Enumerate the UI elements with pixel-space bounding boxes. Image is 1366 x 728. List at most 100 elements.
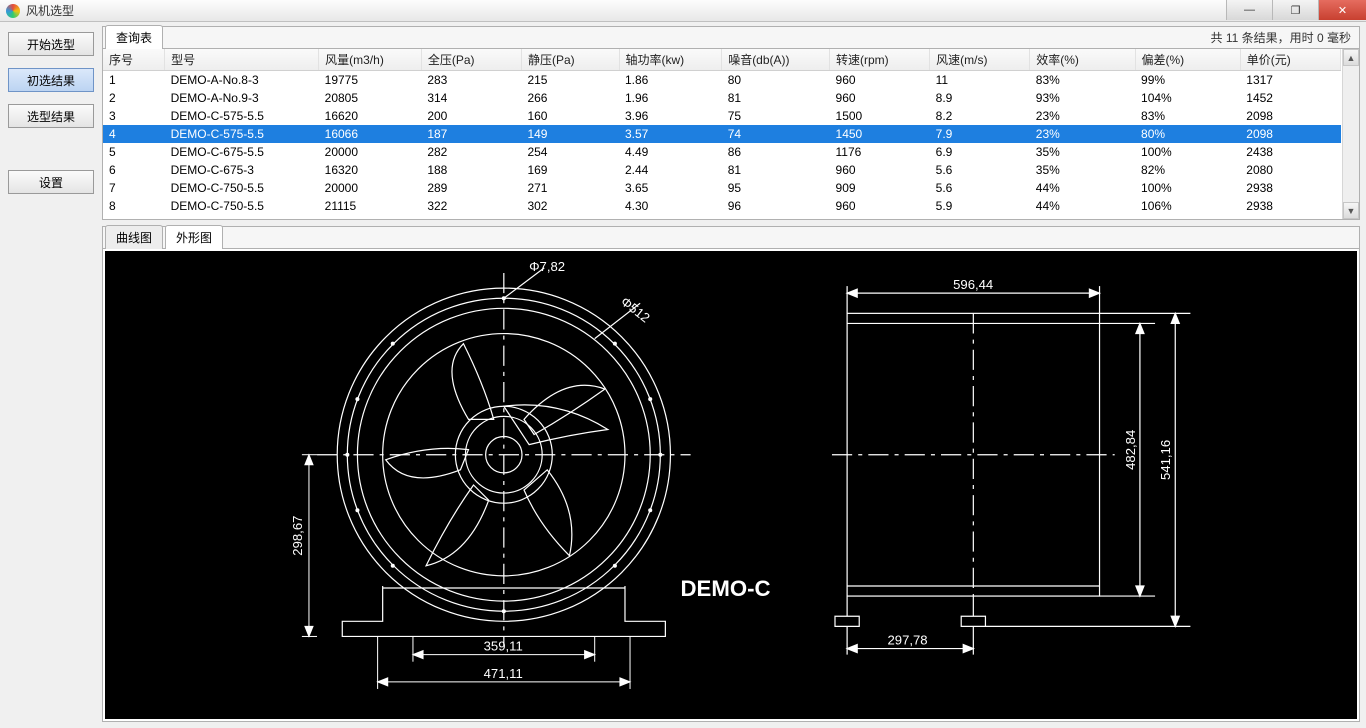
table-cell: 16320 xyxy=(319,161,422,179)
table-cell: 314 xyxy=(421,89,521,107)
table-cell: 909 xyxy=(830,179,930,197)
table-row[interactable]: 2DEMO-A-No.9-3208053142661.96819608.993%… xyxy=(103,89,1341,107)
table-cell: 9 xyxy=(103,215,165,219)
col-header[interactable]: 全压(Pa) xyxy=(421,49,521,71)
table-cell: DEMO-C-575-5.5 xyxy=(165,125,319,143)
table-row[interactable]: 9DEMO-C-900-4200002852752.99716204.153%1… xyxy=(103,215,1341,219)
scroll-down-icon[interactable]: ▼ xyxy=(1343,202,1359,219)
results-table[interactable]: 序号型号风量(m3/h)全压(Pa)静压(Pa)轴功率(kw)噪音(db(A))… xyxy=(103,49,1341,219)
table-cell: 16620 xyxy=(319,107,422,125)
table-cell: 81 xyxy=(722,161,830,179)
drawing-tabs: 曲线图 外形图 xyxy=(103,227,1359,249)
dim-side-h-inner: 482,84 xyxy=(1123,430,1138,470)
table-scrollbar[interactable]: ▲ ▼ xyxy=(1342,49,1359,219)
start-selection-button[interactable]: 开始选型 xyxy=(8,32,94,56)
table-cell: 1.96 xyxy=(619,89,722,107)
table-cell: 4.30 xyxy=(619,197,722,215)
table-cell: 75 xyxy=(722,107,830,125)
table-cell: 3.65 xyxy=(619,179,722,197)
table-cell: 44% xyxy=(1030,179,1135,197)
table-row[interactable]: 3DEMO-C-575-5.5166202001603.967515008.22… xyxy=(103,107,1341,125)
table-cell: 188 xyxy=(421,161,521,179)
table-cell: 160 xyxy=(521,107,619,125)
table-cell: 149 xyxy=(521,125,619,143)
table-cell: 8.9 xyxy=(930,89,1030,107)
table-row[interactable]: 6DEMO-C-675-3163201881692.44819605.635%8… xyxy=(103,161,1341,179)
dim-phi-inner: Φ512 xyxy=(618,294,653,326)
table-cell: 4.49 xyxy=(619,143,722,161)
table-cell: 2.44 xyxy=(619,161,722,179)
table-row[interactable]: 4DEMO-C-575-5.5160661871493.577414507.92… xyxy=(103,125,1341,143)
table-row[interactable]: 5DEMO-C-675-5.5200002822544.498611766.93… xyxy=(103,143,1341,161)
table-cell: 5.6 xyxy=(930,179,1030,197)
drawing-label: DEMO-C xyxy=(681,576,771,601)
dim-side-h-outer: 541,16 xyxy=(1158,440,1173,480)
table-cell: 2.99 xyxy=(619,215,722,219)
dim-height-base: 298,67 xyxy=(290,516,305,556)
table-cell: 6.9 xyxy=(930,143,1030,161)
table-cell: 82% xyxy=(1135,161,1240,179)
app-icon xyxy=(6,4,20,18)
dim-base-outer: 471,11 xyxy=(484,666,523,681)
table-cell: 11 xyxy=(930,71,1030,90)
tab-query-table[interactable]: 查询表 xyxy=(105,25,163,49)
table-cell: 21115 xyxy=(319,197,422,215)
table-cell: 322 xyxy=(421,197,521,215)
settings-button[interactable]: 设置 xyxy=(8,170,94,194)
col-header[interactable]: 风速(m/s) xyxy=(930,49,1030,71)
query-tabs: 查询表 共 11 条结果，用时 0 毫秒 xyxy=(103,27,1359,49)
table-cell: 71 xyxy=(722,215,830,219)
table-cell: 960 xyxy=(830,89,930,107)
query-status: 共 11 条结果，用时 0 毫秒 xyxy=(1211,29,1351,46)
col-header[interactable]: 噪音(db(A)) xyxy=(722,49,830,71)
maximize-button[interactable]: ❐ xyxy=(1272,0,1318,20)
table-row[interactable]: 8DEMO-C-750-5.5211153223024.30969605.944… xyxy=(103,197,1341,215)
table-cell: 620 xyxy=(830,215,930,219)
col-header[interactable]: 序号 xyxy=(103,49,165,71)
table-cell: 271 xyxy=(521,179,619,197)
table-cell: 1.86 xyxy=(619,71,722,90)
col-header[interactable]: 风量(m3/h) xyxy=(319,49,422,71)
table-cell: DEMO-A-No.8-3 xyxy=(165,71,319,90)
table-cell: 254 xyxy=(521,143,619,161)
dim-side-top: 596,44 xyxy=(953,277,993,292)
window-title: 风机选型 xyxy=(26,2,74,19)
table-cell: 100% xyxy=(1135,215,1240,219)
table-cell: 3.57 xyxy=(619,125,722,143)
table-cell: 23% xyxy=(1030,107,1135,125)
tab-shape[interactable]: 外形图 xyxy=(165,225,223,249)
table-cell: 104% xyxy=(1135,89,1240,107)
table-cell: 100% xyxy=(1135,143,1240,161)
col-header[interactable]: 静压(Pa) xyxy=(521,49,619,71)
preliminary-results-button[interactable]: 初选结果 xyxy=(8,68,94,92)
col-header[interactable]: 效率(%) xyxy=(1030,49,1135,71)
table-row[interactable]: 7DEMO-C-750-5.5200002892713.65959095.644… xyxy=(103,179,1341,197)
selection-results-button[interactable]: 选型结果 xyxy=(8,104,94,128)
table-cell: 44% xyxy=(1030,197,1135,215)
table-cell: 19775 xyxy=(319,71,422,90)
close-button[interactable]: ✕ xyxy=(1318,0,1366,20)
col-header[interactable]: 轴功率(kw) xyxy=(619,49,722,71)
table-cell: 960 xyxy=(830,197,930,215)
table-cell: 74 xyxy=(722,125,830,143)
table-cell: 106% xyxy=(1135,197,1240,215)
tab-curve[interactable]: 曲线图 xyxy=(105,225,163,249)
table-cell: 266 xyxy=(521,89,619,107)
scroll-up-icon[interactable]: ▲ xyxy=(1343,49,1359,66)
table-cell: 1176 xyxy=(830,143,930,161)
table-cell: 5.9 xyxy=(930,197,1030,215)
table-row[interactable]: 1DEMO-A-No.8-3197752832151.86809601183%9… xyxy=(103,71,1341,90)
titlebar: 风机选型 — ❐ ✕ xyxy=(0,0,1366,22)
table-cell: 200 xyxy=(421,107,521,125)
table-cell: 6 xyxy=(103,161,165,179)
minimize-button[interactable]: — xyxy=(1226,0,1272,20)
main-layout: 开始选型 初选结果 选型结果 设置 查询表 共 11 条结果，用时 0 毫秒 序… xyxy=(0,22,1366,728)
table-cell: 275 xyxy=(521,215,619,219)
table-cell: 1452 xyxy=(1240,89,1340,107)
col-header[interactable]: 单价(元) xyxy=(1240,49,1340,71)
table-cell: 83% xyxy=(1135,107,1240,125)
table-cell: 285 xyxy=(421,215,521,219)
col-header[interactable]: 偏差(%) xyxy=(1135,49,1240,71)
col-header[interactable]: 型号 xyxy=(165,49,319,71)
col-header[interactable]: 转速(rpm) xyxy=(830,49,930,71)
